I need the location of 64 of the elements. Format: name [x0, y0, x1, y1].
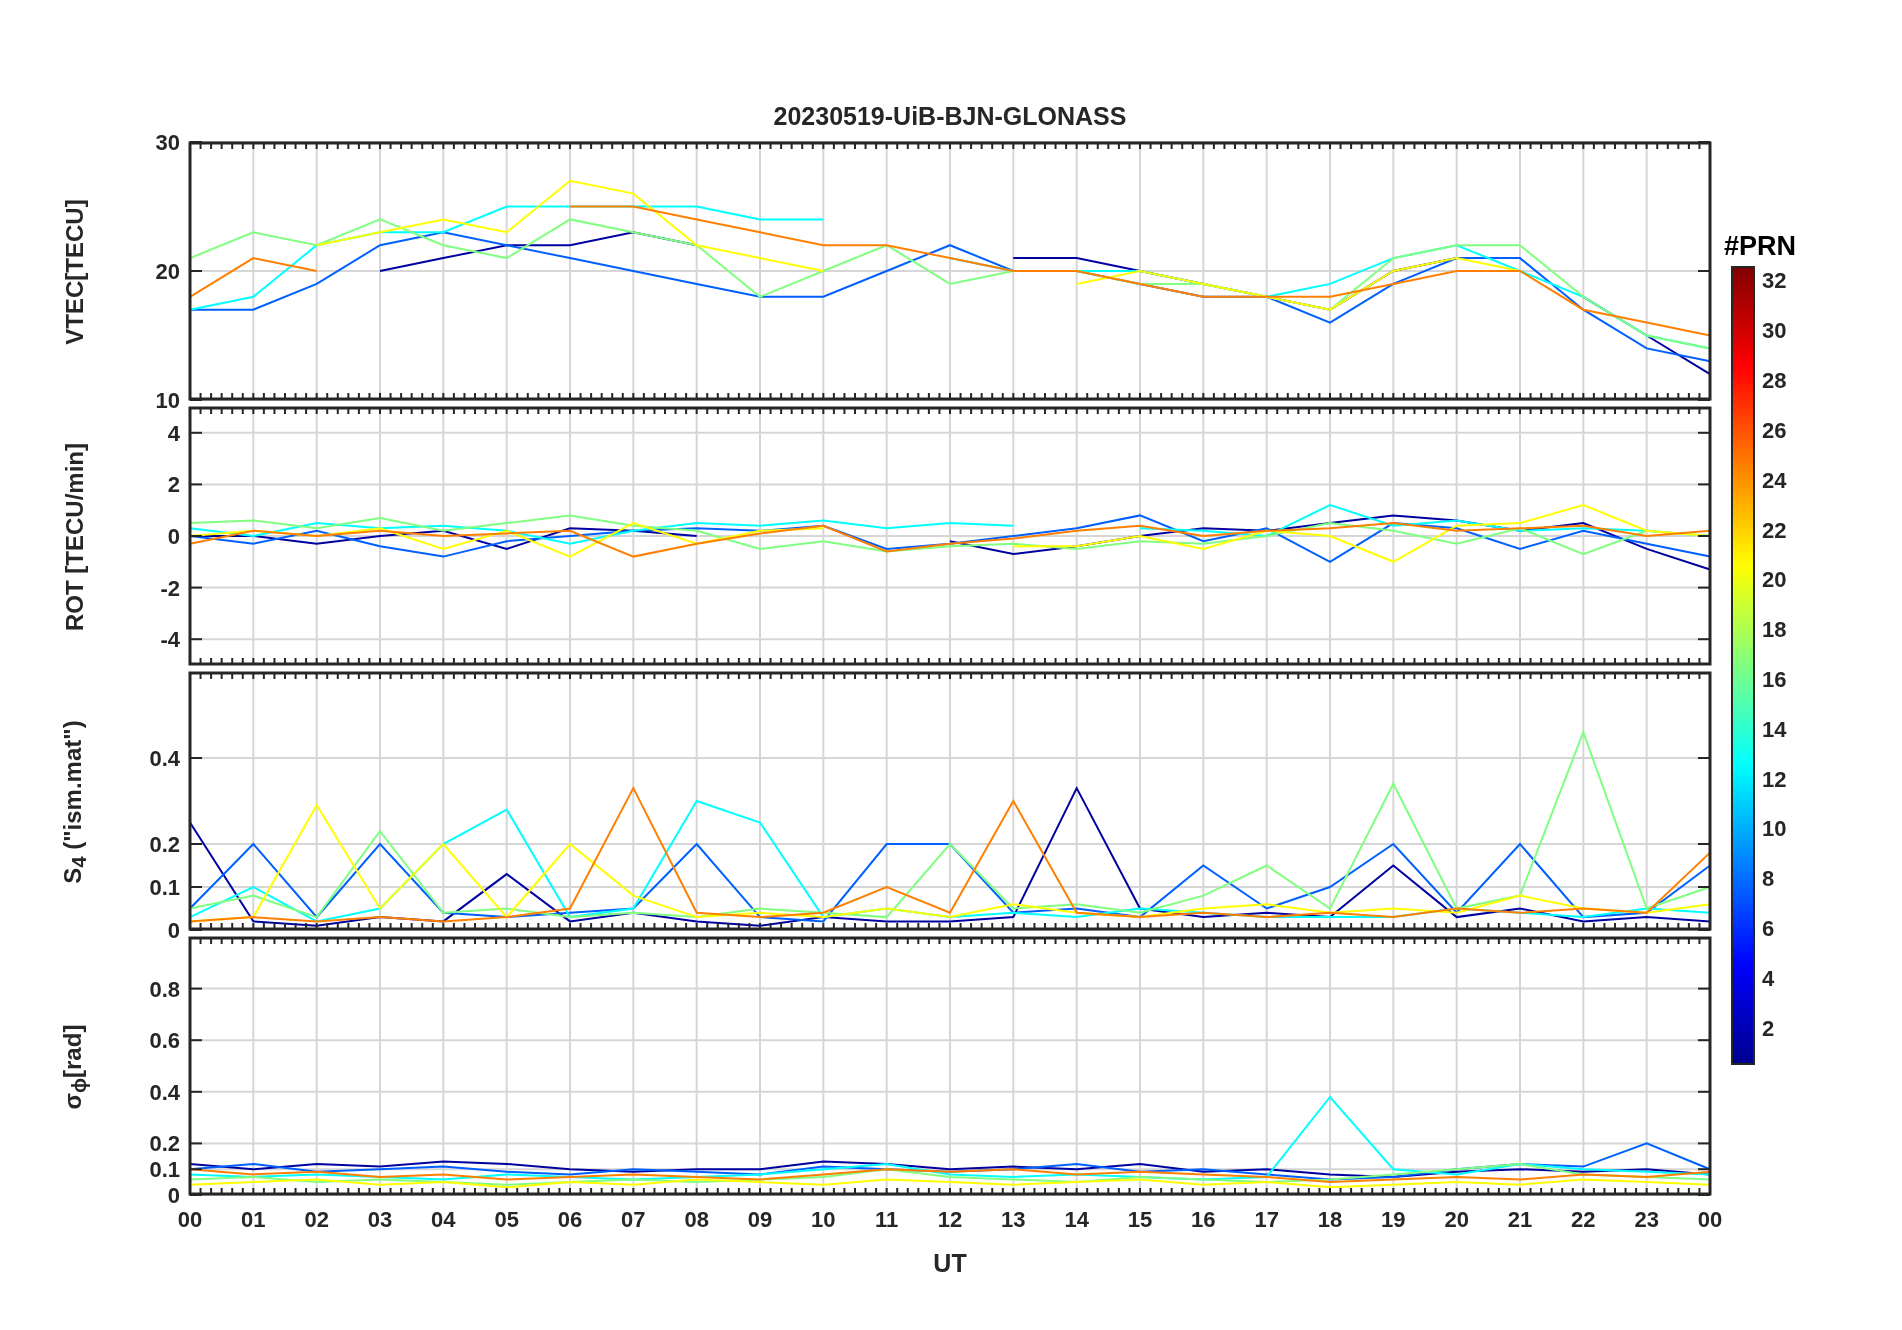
- tick-label: 10: [811, 1207, 836, 1232]
- tick-label: 01: [241, 1207, 266, 1232]
- tick-label: 21: [1507, 1207, 1533, 1232]
- tick-label: 14: [1064, 1207, 1089, 1232]
- tick-label: 4: [1762, 965, 1775, 991]
- tick-label: 07: [621, 1207, 646, 1232]
- tick-label: 2: [167, 472, 180, 498]
- tick-label: 09: [747, 1207, 773, 1232]
- tick-label: 0.2: [149, 832, 180, 857]
- tick-label: 18: [1762, 617, 1787, 643]
- tick-label: 08: [684, 1207, 709, 1232]
- tick-label: 06: [557, 1207, 583, 1232]
- tick-label: 0.1: [149, 1157, 180, 1183]
- tick-label: -2: [160, 575, 180, 601]
- tick-label: 0.2: [149, 1131, 180, 1157]
- tick-label: 17: [1254, 1207, 1279, 1232]
- tick-label: 03: [367, 1207, 393, 1232]
- tick-label: 0.4: [149, 746, 180, 771]
- tick-label: 20: [155, 259, 180, 284]
- tick-label: -4: [160, 627, 180, 653]
- tick-label: 12: [1762, 766, 1787, 792]
- tick-label: 4: [167, 420, 180, 446]
- tick-label: 23: [1634, 1207, 1659, 1232]
- tick-label: 24: [1762, 467, 1787, 493]
- tick-label: 19: [1381, 1207, 1406, 1232]
- tick-label: 6: [1762, 916, 1775, 941]
- axis-label: UT: [933, 1249, 967, 1277]
- tick-label: 0.8: [149, 976, 180, 1002]
- colorbar-title: #PRN: [1724, 233, 1797, 261]
- tick-label: 20: [1762, 567, 1787, 593]
- tick-label: 28: [1762, 368, 1787, 394]
- tick-label: 0: [167, 1183, 180, 1208]
- tick-label: 10: [1762, 816, 1787, 842]
- axis-label: VTEC[TECU]: [61, 199, 89, 345]
- tick-label: 0.1: [149, 875, 180, 900]
- tick-label: 02: [304, 1207, 329, 1232]
- tick-label: 20: [1444, 1207, 1469, 1232]
- tick-label: 22: [1762, 517, 1787, 543]
- tick-label: 0.6: [149, 1028, 180, 1054]
- tick-label: 0: [167, 918, 180, 943]
- tick-label: 00: [1697, 1207, 1723, 1232]
- tick-label: 30: [155, 130, 180, 155]
- tick-label: 16: [1762, 666, 1787, 692]
- tick-label: 8: [1762, 866, 1775, 892]
- tick-label: 14: [1762, 716, 1787, 742]
- tick-label: 13: [1001, 1207, 1026, 1232]
- tick-label: 18: [1317, 1207, 1343, 1232]
- tick-label: 00: [177, 1207, 203, 1232]
- tick-label: 12: [937, 1207, 963, 1232]
- tick-label: 05: [494, 1207, 519, 1232]
- tick-label: 16: [1191, 1207, 1216, 1232]
- tick-label: 32: [1762, 268, 1787, 294]
- tick-label: 04: [431, 1207, 456, 1232]
- tick-label: 11: [875, 1207, 899, 1232]
- figure-title: 20230519-UiB-BJN-GLONASS: [772, 101, 1128, 132]
- axis-label: ROT [TECU/min]: [61, 443, 89, 631]
- tick-label: 30: [1762, 318, 1787, 344]
- tick-label: 22: [1571, 1207, 1596, 1232]
- tick-label: 2: [1762, 1015, 1775, 1041]
- tick-label: 26: [1762, 417, 1787, 443]
- tick-label: 0: [167, 524, 180, 549]
- tick-label: 15: [1127, 1207, 1153, 1232]
- tick-label: 10: [155, 388, 180, 413]
- tick-label: 0.4: [149, 1079, 180, 1105]
